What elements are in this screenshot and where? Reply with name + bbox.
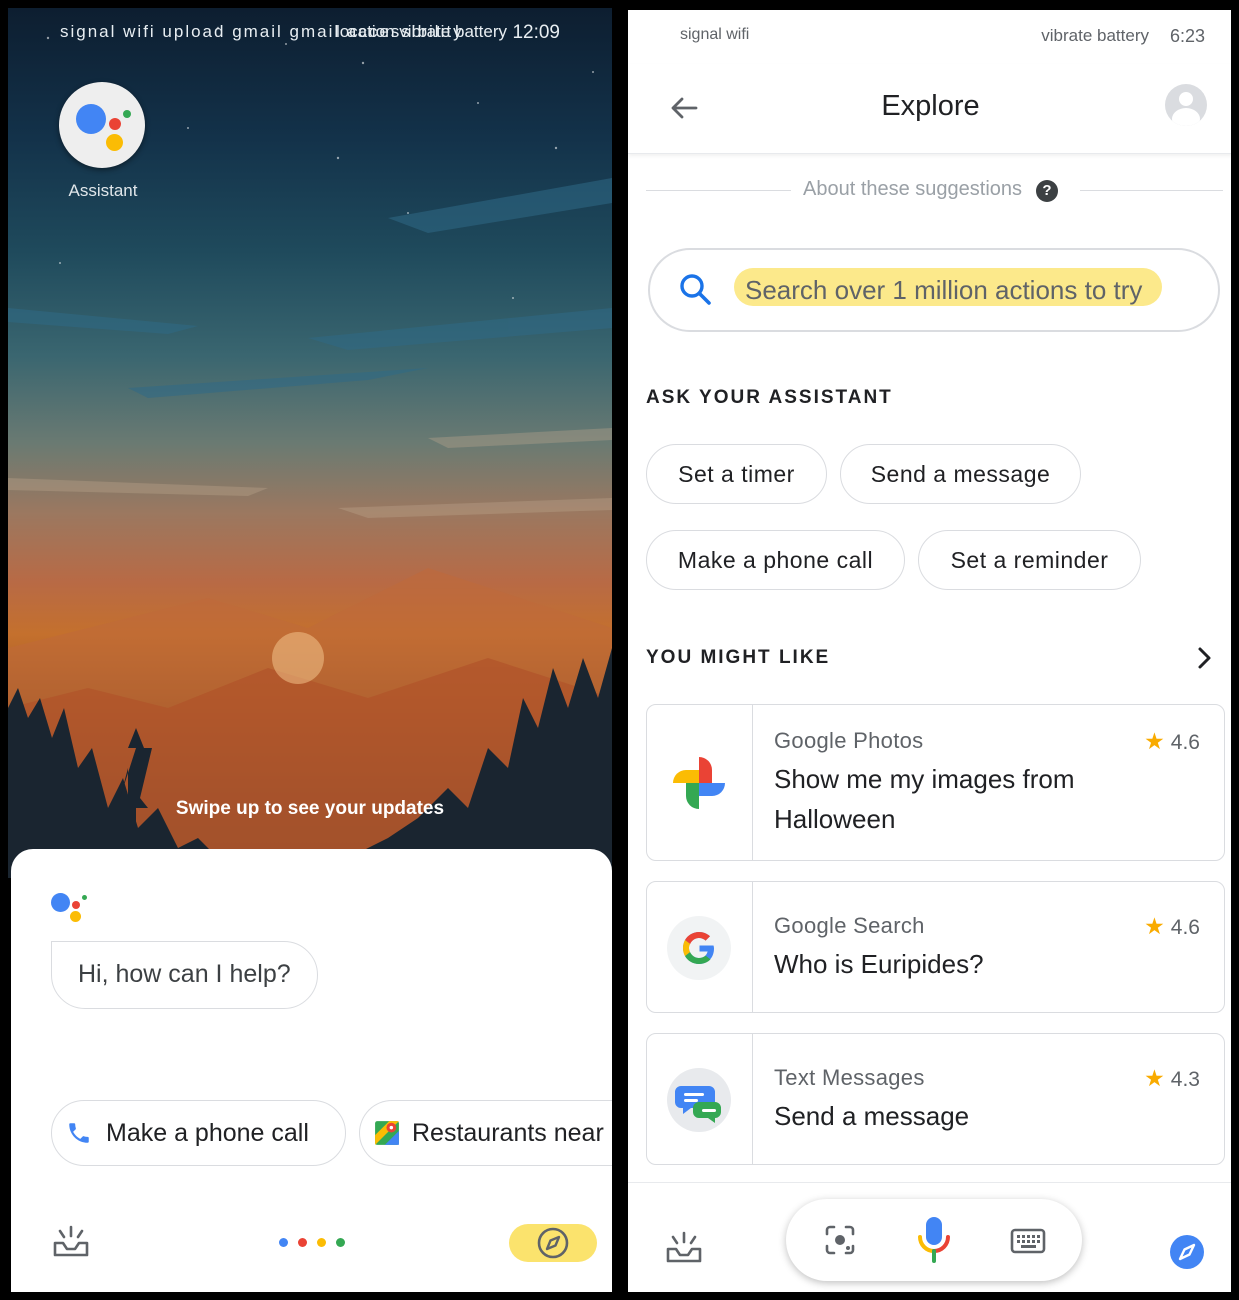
section-title-ask: ASK YOUR ASSISTANT bbox=[646, 387, 893, 408]
google-assistant-icon[interactable] bbox=[59, 82, 145, 168]
updates-tray-icon[interactable] bbox=[51, 1221, 91, 1261]
section-title-might-like: YOU MIGHT LIKE bbox=[646, 647, 831, 668]
assistant-greeting-bubble: Hi, how can I help? bbox=[51, 941, 318, 1009]
explore-content: signal wifi vibrate battery 6:23 Explore… bbox=[628, 10, 1231, 1292]
search-actions-input[interactable]: Search over 1 million actions to try bbox=[648, 248, 1220, 332]
keyboard-icon[interactable] bbox=[1010, 1227, 1046, 1255]
explore-screen: signal wifi vibrate battery 6:23 Explore… bbox=[622, 0, 1239, 1300]
star-icon: ★ bbox=[1144, 913, 1165, 939]
star-icon: ★ bbox=[1144, 1065, 1165, 1091]
suggestion-card-google-photos[interactable]: Google Photos Show me my images from Hal… bbox=[646, 704, 1225, 861]
chip-make-a-phone-call[interactable]: Make a phone call bbox=[51, 1100, 346, 1166]
card-rating: ★ 4.6 bbox=[1144, 913, 1200, 939]
chip-set-a-timer[interactable]: Set a timer bbox=[646, 444, 827, 504]
status-bar: signal wifi upload gmail gmail accessibi… bbox=[8, 8, 612, 58]
microphone-icon[interactable] bbox=[914, 1215, 954, 1267]
bottom-bar bbox=[628, 1182, 1231, 1292]
google-photos-icon bbox=[673, 757, 725, 809]
updates-tray-icon[interactable] bbox=[664, 1227, 704, 1267]
chip-send-a-message[interactable]: Send a message bbox=[840, 444, 1081, 504]
search-placeholder: Search over 1 million actions to try bbox=[745, 275, 1143, 305]
chip-restaurants-near[interactable]: Restaurants near bbox=[359, 1100, 612, 1166]
help-icon[interactable]: ? bbox=[1036, 180, 1058, 202]
status-icons-right: location vibrate battery bbox=[335, 22, 507, 41]
search-icon bbox=[680, 274, 711, 305]
card-app-name: Google Search bbox=[774, 913, 925, 938]
google-maps-icon bbox=[375, 1121, 399, 1145]
assistant-logo-icon bbox=[51, 891, 91, 927]
chip-make-a-phone-call[interactable]: Make a phone call bbox=[646, 530, 905, 590]
status-icons-left: signal wifi bbox=[680, 26, 750, 43]
status-time: 12:09 bbox=[512, 22, 560, 43]
google-g-icon bbox=[667, 916, 731, 980]
chip-label: Make a phone call bbox=[106, 1119, 309, 1147]
about-suggestions-label: About these suggestions bbox=[803, 178, 1023, 200]
wallpaper: signal wifi upload gmail gmail accessibi… bbox=[8, 8, 612, 878]
compass-icon bbox=[537, 1227, 569, 1259]
card-rating: ★ 4.3 bbox=[1144, 1065, 1200, 1091]
assistant-dots-icon[interactable] bbox=[279, 1237, 349, 1249]
card-query: Send a message bbox=[774, 1101, 970, 1131]
compass-icon[interactable] bbox=[1170, 1235, 1204, 1269]
suggestion-card-google-search[interactable]: Google Search Who is Euripides? ★ 4.6 bbox=[646, 881, 1225, 1013]
phone-icon bbox=[69, 1123, 89, 1143]
card-app-name: Text Messages bbox=[774, 1065, 925, 1090]
card-query: Show me my images from Halloween bbox=[774, 764, 1075, 834]
lens-icon[interactable] bbox=[822, 1222, 858, 1258]
page-title: Explore bbox=[881, 90, 980, 122]
assistant-input-pill bbox=[786, 1199, 1082, 1281]
assistant-home-screen: signal wifi upload gmail gmail accessibi… bbox=[0, 0, 622, 1300]
card-rating: ★ 4.6 bbox=[1144, 728, 1200, 754]
suggestion-card-text-messages[interactable]: Text Messages Send a message ★ 4.3 bbox=[646, 1033, 1225, 1165]
star-icon: ★ bbox=[1144, 728, 1165, 754]
status-icons-right: vibrate battery bbox=[1041, 26, 1149, 45]
chip-label: Restaurants near bbox=[412, 1119, 604, 1147]
chevron-right-icon[interactable] bbox=[1191, 645, 1217, 671]
about-suggestions[interactable]: About these suggestions ? bbox=[628, 176, 1231, 206]
card-app-name: Google Photos bbox=[774, 728, 924, 753]
card-query: Who is Euripides? bbox=[774, 949, 984, 979]
chip-set-a-reminder[interactable]: Set a reminder bbox=[918, 530, 1141, 590]
swipe-hint: Swipe up to see your updates bbox=[175, 798, 445, 819]
status-time: 6:23 bbox=[1169, 26, 1205, 46]
app-label: Assistant bbox=[68, 181, 138, 200]
app-header: Explore bbox=[628, 64, 1231, 154]
messages-icon bbox=[667, 1068, 731, 1132]
assistant-sheet: Hi, how can I help? Make a phone call Re… bbox=[11, 849, 612, 1292]
explore-compass-button[interactable] bbox=[509, 1224, 597, 1262]
status-bar: signal wifi vibrate battery 6:23 bbox=[628, 24, 1231, 54]
account-avatar-icon[interactable] bbox=[1165, 84, 1207, 126]
